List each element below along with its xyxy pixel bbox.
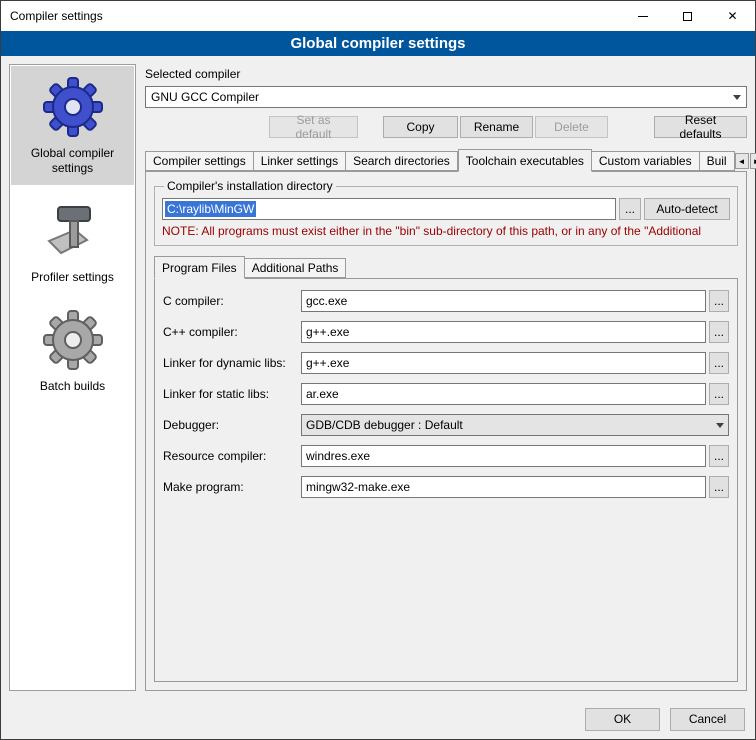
- resource-compiler-browse-button[interactable]: ...: [709, 445, 729, 467]
- selected-compiler-label: Selected compiler: [145, 67, 747, 81]
- cancel-button[interactable]: Cancel: [670, 708, 745, 731]
- selected-compiler-value: GNU GCC Compiler: [151, 90, 727, 104]
- sidebar-item-label: Batch builds: [40, 379, 105, 394]
- dialog-header: Global compiler settings: [1, 31, 755, 56]
- tab-toolchain-executables[interactable]: Toolchain executables: [458, 149, 592, 172]
- debugger-row: Debugger: GDB/CDB debugger : Default: [163, 414, 729, 436]
- settings-category-list: Global compiler settings Profiler settin…: [9, 64, 136, 691]
- program-files-panel: C compiler: gcc.exe ... C++ compiler: g+…: [154, 278, 738, 682]
- debugger-value: GDB/CDB debugger : Default: [306, 418, 710, 432]
- bin-subdirectory-note: NOTE: All programs must exist either in …: [162, 224, 730, 238]
- tab-program-files[interactable]: Program Files: [154, 256, 245, 279]
- resource-compiler-value: windres.exe: [306, 449, 370, 463]
- debugger-dropdown[interactable]: GDB/CDB debugger : Default: [301, 414, 729, 436]
- tab-scroll-left-icon: ◄: [738, 157, 746, 166]
- installation-directory-value: C:\raylib\MinGW: [165, 201, 256, 217]
- close-icon: ✕: [727, 9, 737, 23]
- c-compiler-label: C compiler:: [163, 294, 301, 308]
- static-linker-value: ar.exe: [306, 387, 339, 401]
- tab-build-clipped[interactable]: Buil: [700, 151, 735, 171]
- make-program-row: Make program: mingw32-make.exe ...: [163, 476, 729, 498]
- compiler-settings-window: Compiler settings ✕ Global compiler sett…: [0, 0, 756, 740]
- chevron-down-icon: [733, 95, 741, 100]
- window-title: Compiler settings: [1, 9, 103, 23]
- static-linker-browse-button[interactable]: ...: [709, 383, 729, 405]
- make-program-input[interactable]: mingw32-make.exe: [301, 476, 706, 498]
- minimize-button[interactable]: [620, 1, 665, 31]
- selected-compiler-dropdown[interactable]: GNU GCC Compiler: [145, 86, 747, 108]
- resource-compiler-input[interactable]: windres.exe: [301, 445, 706, 467]
- tab-custom-variables[interactable]: Custom variables: [592, 151, 700, 171]
- hammer-icon: [41, 199, 105, 263]
- installation-directory-input[interactable]: C:\raylib\MinGW: [162, 198, 616, 220]
- dialog-button-bar: OK Cancel: [1, 699, 755, 739]
- tab-search-directories[interactable]: Search directories: [346, 151, 458, 171]
- blue-gear-icon: [41, 75, 105, 139]
- tab-compiler-settings[interactable]: Compiler settings: [145, 151, 254, 171]
- window-controls: ✕: [620, 1, 755, 31]
- maximize-button[interactable]: [665, 1, 710, 31]
- installation-directory-row: C:\raylib\MinGW ... Auto-detect: [162, 198, 730, 220]
- resource-compiler-label: Resource compiler:: [163, 449, 301, 463]
- installation-directory-group-title: Compiler's installation directory: [164, 179, 336, 193]
- static-linker-input[interactable]: ar.exe: [301, 383, 706, 405]
- ok-button[interactable]: OK: [585, 708, 660, 731]
- cpp-compiler-label: C++ compiler:: [163, 325, 301, 339]
- dynamic-linker-value: g++.exe: [306, 356, 349, 370]
- cpp-compiler-value: g++.exe: [306, 325, 349, 339]
- rename-button[interactable]: Rename: [460, 116, 533, 138]
- debugger-label: Debugger:: [163, 418, 301, 432]
- programs-tabbar: Program Files Additional Paths: [154, 256, 738, 278]
- sidebar-item-profiler-settings[interactable]: Profiler settings: [11, 190, 134, 294]
- tab-scroll-left-button[interactable]: ◄: [735, 153, 749, 169]
- sidebar-item-label: Profiler settings: [31, 270, 114, 285]
- c-compiler-input[interactable]: gcc.exe: [301, 290, 706, 312]
- toolchain-executables-tabpage: Compiler's installation directory C:\ray…: [145, 171, 747, 691]
- gray-gear-icon: [41, 308, 105, 372]
- cpp-compiler-browse-button[interactable]: ...: [709, 321, 729, 343]
- minimize-icon: [638, 16, 648, 17]
- sidebar-item-batch-builds[interactable]: Batch builds: [11, 299, 134, 403]
- static-linker-row: Linker for static libs: ar.exe ...: [163, 383, 729, 405]
- tab-scroll-right-icon: ►: [753, 157, 756, 166]
- set-as-default-button[interactable]: Set as default: [269, 116, 358, 138]
- dynamic-linker-label: Linker for dynamic libs:: [163, 356, 301, 370]
- dialog-content: Global compiler settings Profiler settin…: [1, 56, 755, 699]
- c-compiler-browse-button[interactable]: ...: [709, 290, 729, 312]
- dynamic-linker-row: Linker for dynamic libs: g++.exe ...: [163, 352, 729, 374]
- make-program-value: mingw32-make.exe: [306, 480, 410, 494]
- dynamic-linker-browse-button[interactable]: ...: [709, 352, 729, 374]
- tab-additional-paths[interactable]: Additional Paths: [245, 258, 347, 278]
- sidebar-item-global-compiler-settings[interactable]: Global compiler settings: [11, 66, 134, 185]
- dynamic-linker-input[interactable]: g++.exe: [301, 352, 706, 374]
- cpp-compiler-input[interactable]: g++.exe: [301, 321, 706, 343]
- settings-main-panel: Selected compiler GNU GCC Compiler Set a…: [145, 64, 747, 691]
- make-program-label: Make program:: [163, 480, 301, 494]
- reset-defaults-button[interactable]: Reset defaults: [654, 116, 747, 138]
- close-button[interactable]: ✕: [710, 1, 755, 31]
- copy-button[interactable]: Copy: [383, 116, 458, 138]
- compiler-actions-row: Set as default Copy Rename Delete Reset …: [145, 116, 747, 138]
- c-compiler-value: gcc.exe: [306, 294, 347, 308]
- tab-linker-settings[interactable]: Linker settings: [254, 151, 346, 171]
- static-linker-label: Linker for static libs:: [163, 387, 301, 401]
- delete-button[interactable]: Delete: [535, 116, 608, 138]
- dialog-header-title: Global compiler settings: [290, 35, 465, 52]
- resource-compiler-row: Resource compiler: windres.exe ...: [163, 445, 729, 467]
- sidebar-item-label: Global compiler settings: [13, 146, 132, 176]
- tab-scroll-right-button[interactable]: ►: [750, 153, 756, 169]
- c-compiler-row: C compiler: gcc.exe ...: [163, 290, 729, 312]
- cpp-compiler-row: C++ compiler: g++.exe ...: [163, 321, 729, 343]
- chevron-down-icon: [716, 423, 724, 428]
- tab-scroll-controls: ◄ ►: [735, 153, 756, 171]
- make-program-browse-button[interactable]: ...: [709, 476, 729, 498]
- browse-directory-button[interactable]: ...: [619, 198, 641, 220]
- auto-detect-button[interactable]: Auto-detect: [644, 198, 730, 220]
- maximize-icon: [683, 12, 692, 21]
- settings-tabbar: Compiler settings Linker settings Search…: [145, 149, 747, 171]
- installation-directory-group: Compiler's installation directory C:\ray…: [154, 179, 738, 246]
- titlebar[interactable]: Compiler settings ✕: [1, 1, 755, 31]
